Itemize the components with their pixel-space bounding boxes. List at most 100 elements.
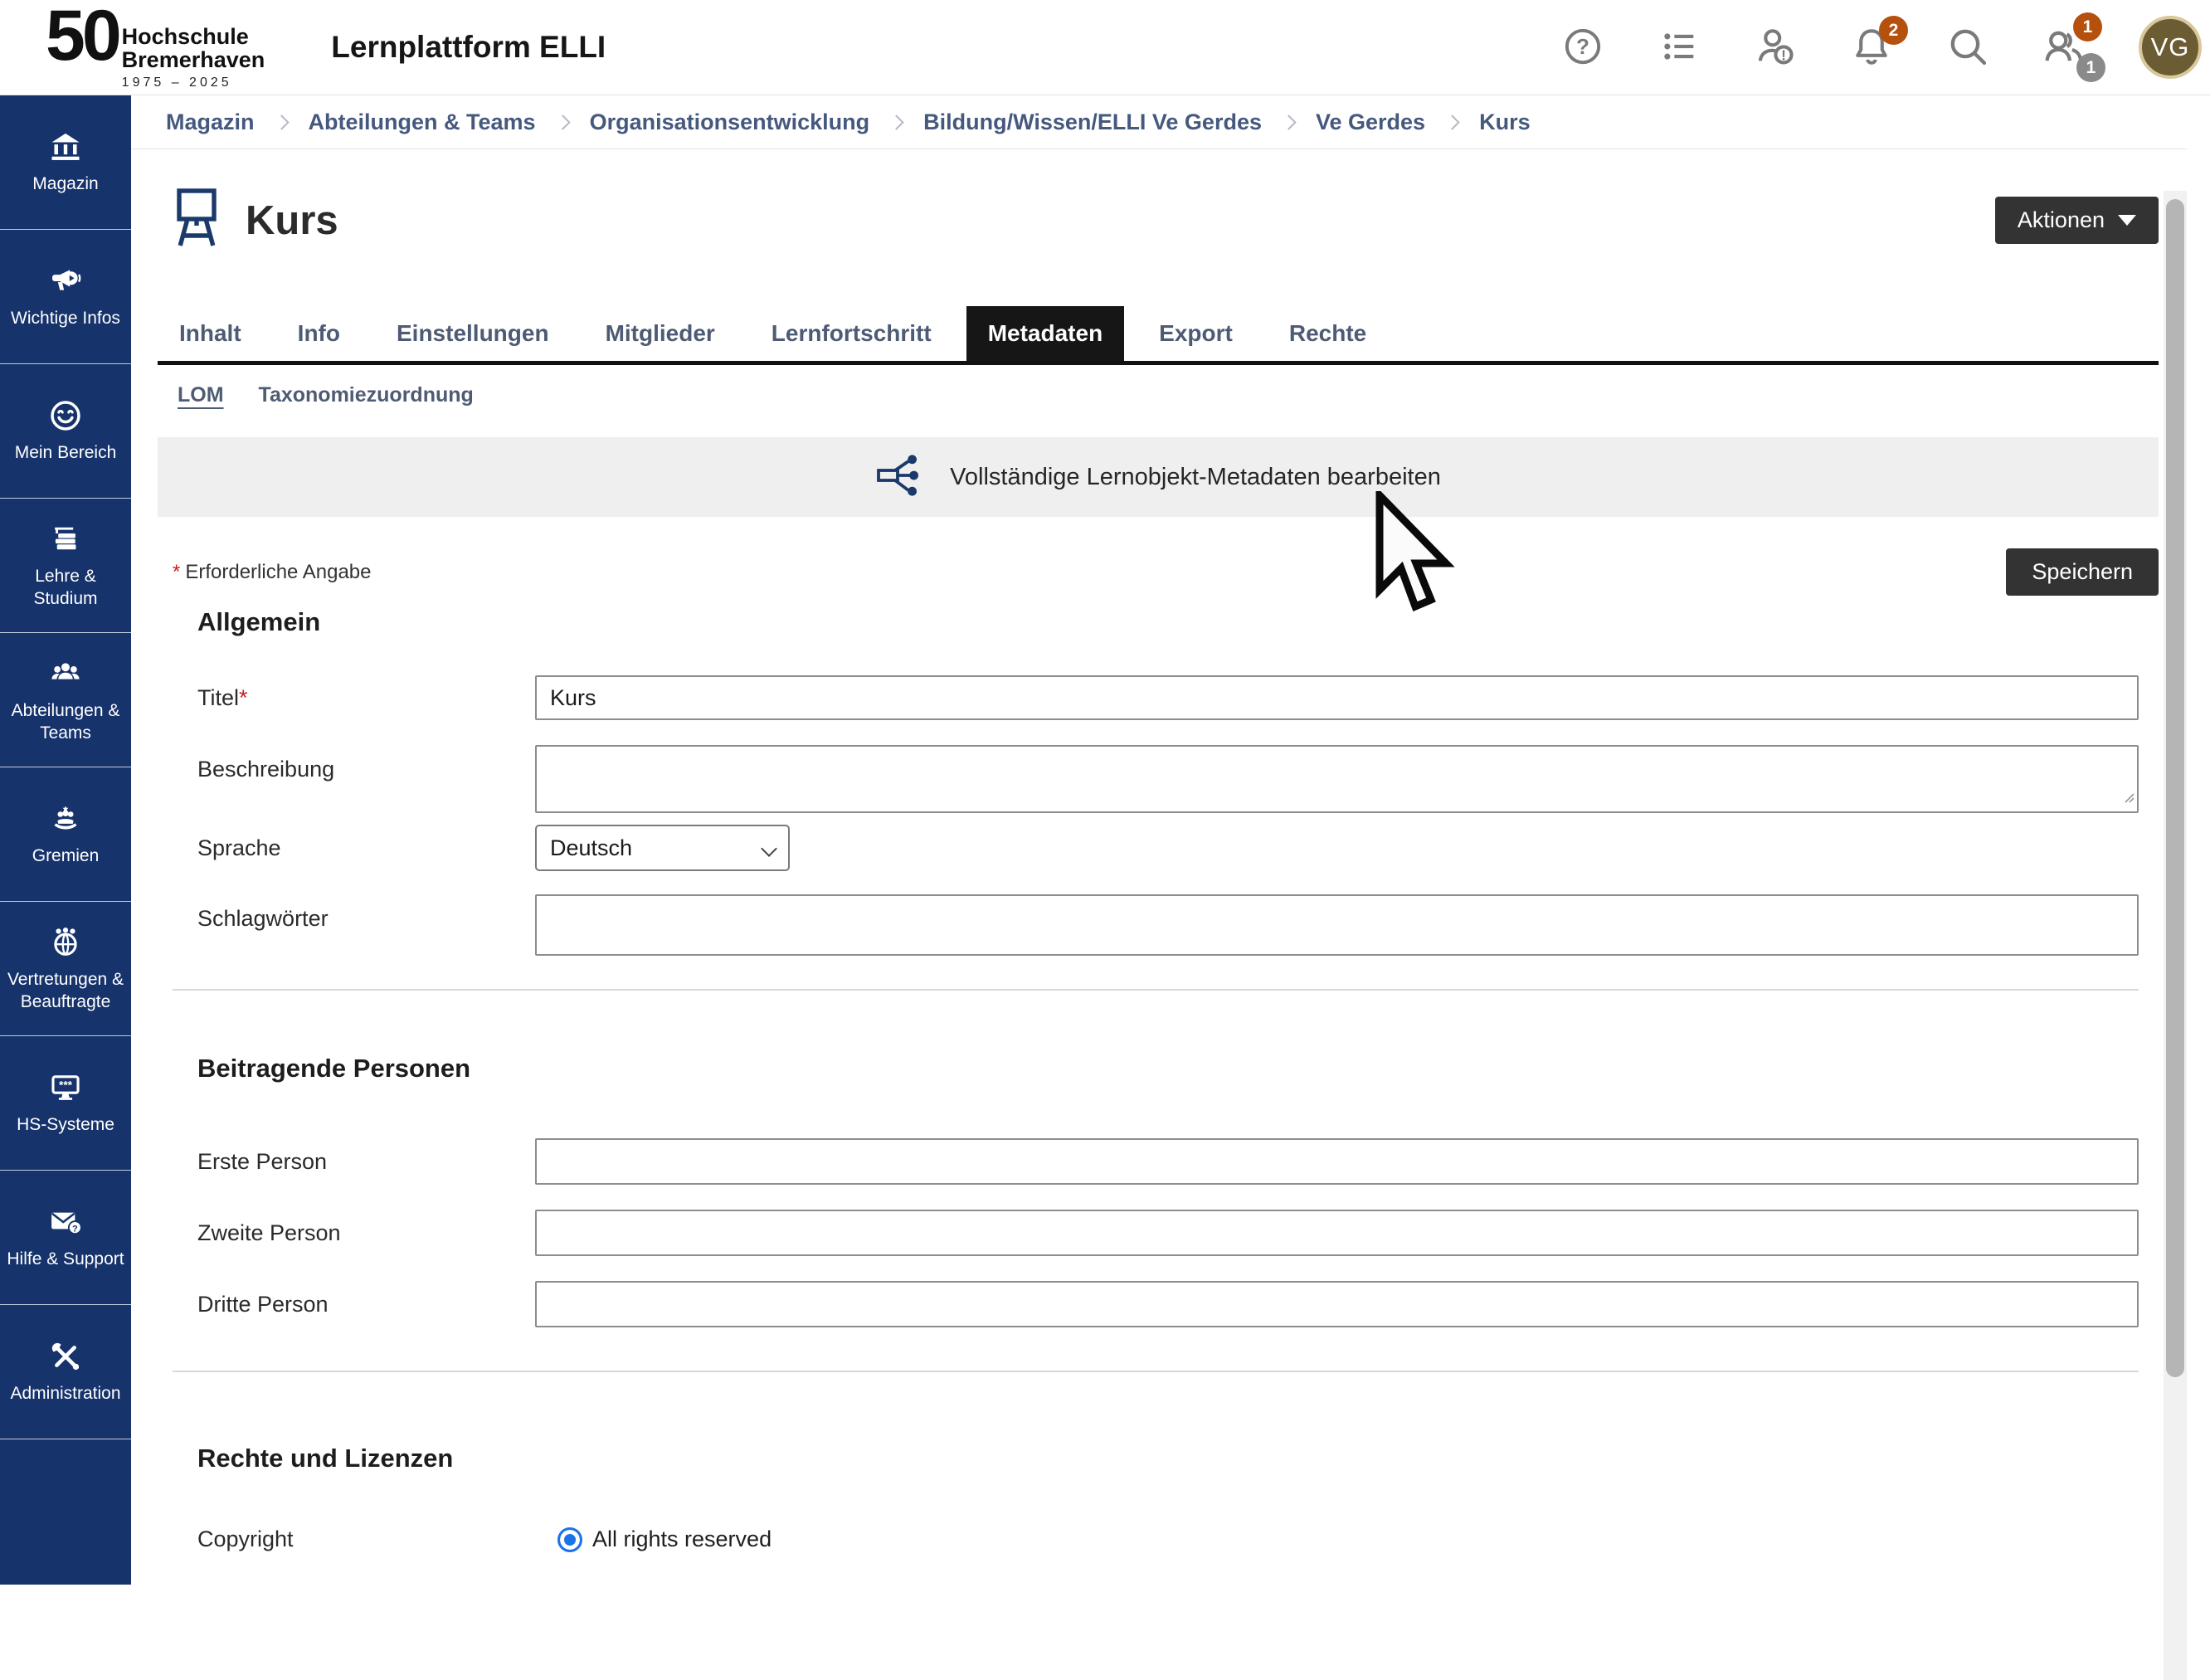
schlagwoerter-label: Schlagwörter <box>197 894 535 932</box>
list-menu-button[interactable] <box>1658 26 1701 69</box>
sidebar-item-hilfe-support[interactable]: ? Hilfe & Support <box>0 1171 131 1305</box>
top-header: 50 Hochschule Bremerhaven 1975 – 2025 Le… <box>0 0 2210 95</box>
tab-mitglieder[interactable]: Mitglieder <box>584 306 737 361</box>
logo-line2: Bremerhaven <box>122 49 265 72</box>
logo-years: 1975 – 2025 <box>122 75 265 90</box>
section-rechte: Rechte und Lizenzen <box>158 1444 2159 1473</box>
mail-help-icon: ? <box>47 1204 84 1240</box>
breadcrumb-item[interactable]: Abteilungen & Teams <box>309 110 536 135</box>
sidebar-item-hs-systeme[interactable]: *** HS-Systeme <box>0 1036 131 1171</box>
sidebar-item-lehre-studium[interactable]: Lehre & Studium <box>0 499 131 633</box>
titel-label: Titel* <box>197 685 535 711</box>
sidebar-item-label: Administration <box>10 1383 120 1405</box>
app-title: Lernplattform ELLI <box>331 30 606 65</box>
subtab-taxonomiezuordnung[interactable]: Taxonomiezuordnung <box>259 383 474 407</box>
tab-einstellungen[interactable]: Einstellungen <box>375 306 571 361</box>
svg-text:?: ? <box>1576 34 1589 59</box>
chevron-right-icon <box>555 114 570 129</box>
avatar[interactable]: VG <box>2139 16 2202 79</box>
help-icon: ? <box>1562 26 1604 70</box>
schlagwoerter-textarea[interactable] <box>535 894 2139 956</box>
banner-label: Vollständige Lernobjekt-Metadaten bearbe… <box>950 464 1441 491</box>
tab-info[interactable]: Info <box>276 306 362 361</box>
globe-people-icon <box>47 924 84 961</box>
user-alert-icon: ! <box>1754 25 1797 71</box>
sidebar-item-label: Mein Bereich <box>15 442 117 464</box>
sidebar-item-gremien[interactable]: Gremien <box>0 767 131 902</box>
breadcrumb-item[interactable]: Bildung/Wissen/ELLI Ve Gerdes <box>923 110 1262 135</box>
svg-text:***: *** <box>59 1079 73 1092</box>
megaphone-icon <box>47 263 84 299</box>
dritte-person-label: Dritte Person <box>197 1292 535 1317</box>
contacts-badge-top: 1 <box>2073 12 2102 41</box>
required-note: *Erforderliche Angabe <box>173 561 372 584</box>
sprache-select[interactable]: Deutsch <box>535 825 790 871</box>
beschreibung-textarea[interactable] <box>535 745 2139 813</box>
tab-inhalt[interactable]: Inhalt <box>158 306 263 361</box>
school-logo: 50 Hochschule Bremerhaven 1975 – 2025 <box>46 4 265 90</box>
search-icon <box>1946 25 1989 71</box>
page-title: Kurs <box>246 197 338 244</box>
subtab-bar: LOM Taxonomiezuordnung <box>158 383 2159 407</box>
sidebar-item-abteilungen-teams[interactable]: Abteilungen & Teams <box>0 633 131 767</box>
tab-bar: InhaltInfoEinstellungenMitgliederLernfor… <box>158 306 2159 365</box>
chevron-right-icon <box>274 114 289 129</box>
section-divider <box>173 1371 2139 1372</box>
subtab-lom[interactable]: LOM <box>178 383 224 407</box>
chevron-right-icon <box>1444 114 1459 129</box>
bank-icon <box>47 129 84 165</box>
dritte-person-input[interactable] <box>535 1281 2139 1327</box>
sidebar-item-label: Magazin <box>32 173 98 195</box>
chevron-right-icon <box>888 114 903 129</box>
sidebar-item-magazin[interactable]: Magazin <box>0 95 131 230</box>
sidebar-item-mein-bereich[interactable]: Mein Bereich <box>0 364 131 499</box>
search-button[interactable] <box>1946 26 1989 69</box>
caret-down-icon <box>2118 215 2136 226</box>
contacts-badge-bottom: 1 <box>2076 53 2105 82</box>
breadcrumb-item[interactable]: Organisationsentwicklung <box>590 110 870 135</box>
tab-export[interactable]: Export <box>1137 306 1254 361</box>
vertical-scrollbar[interactable] <box>2164 191 2187 1680</box>
edit-full-metadata-link[interactable]: Vollständige Lernobjekt-Metadaten bearbe… <box>158 437 2159 517</box>
copyright-label: Copyright <box>197 1527 535 1552</box>
section-beitragende: Beitragende Personen <box>158 1054 2159 1083</box>
monitor-icon: *** <box>47 1069 84 1106</box>
breadcrumb-item[interactable]: Kurs <box>1479 110 1531 135</box>
sidebar-item-label: Hilfe & Support <box>7 1249 124 1270</box>
sidebar-item-wichtige-infos[interactable]: Wichtige Infos <box>0 230 131 364</box>
sidebar-item-label: HS-Systeme <box>17 1114 114 1136</box>
copyright-option-label: All rights reserved <box>592 1527 772 1552</box>
actions-button[interactable]: Aktionen <box>1995 197 2159 244</box>
help-button[interactable]: ? <box>1561 26 1604 69</box>
erste-person-input[interactable] <box>535 1138 2139 1185</box>
user-status-button[interactable]: ! <box>1754 26 1797 69</box>
contacts-button[interactable]: 1 1 <box>2042 26 2086 69</box>
tab-rechte[interactable]: Rechte <box>1268 306 1388 361</box>
zweite-person-label: Zweite Person <box>197 1220 535 1246</box>
zweite-person-input[interactable] <box>535 1210 2139 1256</box>
tab-metadaten[interactable]: Metadaten <box>966 306 1124 361</box>
beschreibung-label: Beschreibung <box>197 745 535 782</box>
save-button[interactable]: Speichern <box>2006 548 2159 596</box>
sidebar-item-label: Lehre & Studium <box>3 566 128 610</box>
breadcrumb-item[interactable]: Magazin <box>166 110 255 135</box>
sidebar-item-vertretungen-beauftragte[interactable]: Vertretungen & Beauftragte <box>0 902 131 1036</box>
list-icon <box>1658 26 1700 70</box>
svg-text:?: ? <box>72 1225 78 1234</box>
logo-50: 50 <box>46 4 119 68</box>
tab-lernfortschritt[interactable]: Lernfortschritt <box>750 306 953 361</box>
erste-person-label: Erste Person <box>197 1149 535 1175</box>
header-icon-group: ? ! 2 1 1 <box>1561 16 2210 79</box>
notifications-badge: 2 <box>1879 16 1908 45</box>
breadcrumb-item[interactable]: Ve Gerdes <box>1316 110 1425 135</box>
course-icon <box>173 186 221 255</box>
resize-handle-icon[interactable] <box>2121 790 2135 807</box>
sidebar-item-administration[interactable]: Administration <box>0 1305 131 1439</box>
scrollbar-thumb[interactable] <box>2166 199 2184 1377</box>
metadata-tree-icon <box>875 451 928 504</box>
notifications-button[interactable]: 2 <box>1850 26 1893 69</box>
titel-input[interactable] <box>535 675 2139 720</box>
tools-icon <box>47 1338 84 1375</box>
copyright-radio[interactable] <box>557 1527 582 1552</box>
sidebar-item-label: Gremien <box>32 845 100 867</box>
